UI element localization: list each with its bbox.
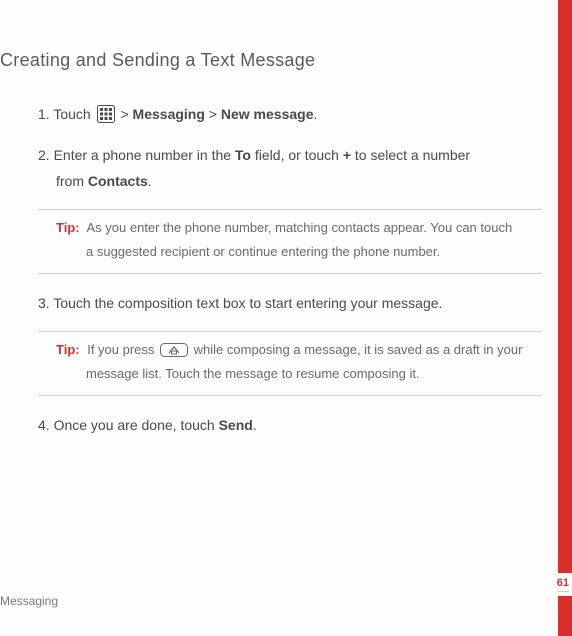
page-title: Creating and Sending a Text Message [0,50,542,71]
bold-text: + [343,147,351,163]
separator: > [209,106,221,122]
tip-text-continuation: a suggested recipient or continue enteri… [56,240,542,265]
step-number: 1. [38,106,50,122]
text-fragment: field, or touch [251,147,343,163]
step-number: 2. [38,147,50,163]
step-text: Enter a phone number in the To field, or… [54,147,471,163]
step-number: 4. [38,417,50,433]
text-fragment: . [313,106,317,122]
apps-grid-icon [97,105,115,123]
step-text: Touch the composition text box to start … [53,295,442,311]
text-fragment: from [56,173,88,189]
text-fragment: while composing a message, it is saved a… [194,342,523,357]
step-text: Touch > Mes [53,106,317,122]
step-1: 1. Touch [38,101,542,128]
tip-label: Tip: [56,220,80,235]
step-continuation: from Contacts. [38,168,542,195]
footer-section-label: Messaging [0,594,58,608]
step-number: 3. [38,295,50,311]
tip-text: If you press while composing a message, … [87,342,522,357]
tip-text-continuation: message list. Touch the message to resum… [56,362,542,387]
bold-text: To [235,147,251,163]
tip-block-1: Tip: As you enter the phone number, matc… [38,209,542,274]
step-2: 2. Enter a phone number in the To field,… [38,142,542,195]
steps-list: 1. Touch [0,101,542,439]
bold-text: Messaging [133,106,205,122]
separator: > [120,106,132,122]
step-3: 3. Touch the composition text box to sta… [38,290,542,317]
text-fragment: Touch [53,106,94,122]
bold-text: Send [219,417,253,433]
accent-side-tab: 61 [558,0,572,636]
page-number-underline [557,591,569,592]
text-fragment: to select a number [351,147,470,163]
home-button-icon [160,343,188,357]
page-number-box: 61 [554,573,572,596]
text-fragment: . [253,417,257,433]
step-4: 4. Once you are done, touch Send. [38,412,542,439]
page-content: Creating and Sending a Text Message 1. T… [0,0,572,493]
tip-block-2: Tip: If you press while composing a mess… [38,331,542,396]
tip-label: Tip: [56,342,80,357]
text-fragment: If you press [87,342,158,357]
text-fragment: Enter a phone number in the [54,147,235,163]
step-text: Once you are done, touch Send. [54,417,257,433]
bold-text: Contacts [88,173,148,189]
tip-text: As you enter the phone number, matching … [87,220,513,235]
bold-text: New message [221,106,314,122]
text-fragment: Once you are done, touch [54,417,219,433]
page-number: 61 [557,577,569,589]
text-fragment: . [148,173,152,189]
